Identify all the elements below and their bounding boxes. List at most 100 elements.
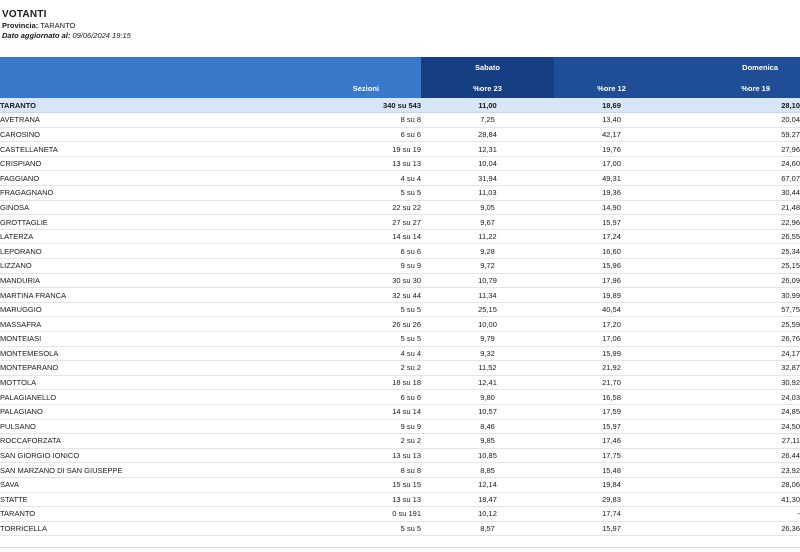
comune-ore12: 15,99 (554, 346, 669, 362)
comune-sezioni: 18 su 18 (210, 375, 421, 391)
comune-sezioni: 5 su 5 (210, 185, 421, 201)
comune-ore12: 17,24 (554, 229, 669, 245)
comune-ore12: 17,46 (554, 433, 669, 449)
comune-name: LIZZANO (0, 258, 210, 274)
comune-ore12: 40,54 (554, 302, 669, 318)
province-label: Provincia: (2, 21, 39, 30)
comune-name: MARUGGIO (0, 302, 210, 318)
table-row: PALAGIANO 14 su 14 10,57 17,59 24,85 (0, 404, 800, 420)
group-header-sabato: Sabato (421, 57, 554, 78)
comune-sezioni: 14 su 14 (210, 229, 421, 245)
table-row: CAROSINO 6 su 6 28,84 42,17 59,27 (0, 127, 800, 143)
comune-ore19: 26,09 (669, 273, 800, 289)
comune-ore23: 8,57 (421, 521, 554, 537)
comune-sezioni: 5 su 5 (210, 331, 421, 347)
comune-name: STATTE (0, 492, 210, 508)
comune-ore12: 17,96 (554, 273, 669, 289)
comune-ore12: 17,59 (554, 404, 669, 420)
table-row: GINOSA 22 su 22 9,05 14,90 21,48 (0, 200, 800, 216)
comune-ore19: 20,04 (669, 112, 800, 128)
group-header-row: Sabato Domenica (0, 57, 800, 78)
comune-ore23: 10,85 (421, 448, 554, 464)
comune-name: GROTTAGLIE (0, 214, 210, 230)
comune-ore19: 24,03 (669, 389, 800, 405)
comune-ore23: 31,94 (421, 170, 554, 187)
comune-sezioni: 4 su 4 (210, 346, 421, 362)
column-header-ore12: %ore 12 (554, 78, 669, 98)
table-row: TORRICELLA 5 su 5 8,57 15,97 26,36 (0, 521, 800, 537)
comune-name: AVETRANA (0, 112, 210, 128)
comune-ore19: 23,92 (669, 462, 800, 478)
comune-ore23: 12,31 (421, 141, 554, 157)
comune-ore12: 19,76 (554, 141, 669, 157)
comune-ore23: 11,03 (421, 185, 554, 201)
table-row: FAGGIANO 4 su 4 31,94 49,31 67,07 (0, 170, 800, 187)
comune-sezioni: 6 su 6 (210, 389, 421, 405)
comune-ore19: 26,55 (669, 229, 800, 245)
comune-name: MARTINA FRANCA (0, 287, 210, 303)
comune-ore23: 18,47 (421, 492, 554, 508)
comune-ore12: 19,36 (554, 185, 669, 201)
comune-ore23: 11,52 (421, 360, 554, 376)
comune-name: PALAGIANELLO (0, 389, 210, 405)
comune-ore23: 10,04 (421, 156, 554, 172)
comune-name: MONTEIASI (0, 331, 210, 347)
comune-sezioni: 6 su 6 (210, 243, 421, 260)
comune-ore12: 21,92 (554, 360, 669, 376)
comune-name: LATERZA (0, 229, 210, 245)
table-row: MOTTOLA 18 su 18 12,41 21,70 30,92 (0, 375, 800, 391)
table-row: LIZZANO 9 su 9 9,72 15,96 25,15 (0, 258, 800, 274)
comune-sezioni: 26 su 26 (210, 316, 421, 332)
comune-ore19: 26,36 (669, 521, 800, 537)
comune-ore23: 25,15 (421, 302, 554, 318)
comune-sezioni: 2 su 2 (210, 433, 421, 449)
comune-ore19: 30,99 (669, 287, 800, 303)
comune-ore12: 13,40 (554, 112, 669, 128)
comune-sezioni: 32 su 44 (210, 287, 421, 303)
column-header-ore23: %ore 23 (421, 78, 554, 98)
comune-sezioni: 30 su 30 (210, 273, 421, 289)
total-name: TARANTO (0, 98, 210, 114)
comune-name: GINOSA (0, 200, 210, 216)
comune-ore12: 16,60 (554, 243, 669, 260)
comune-ore23: 9,72 (421, 258, 554, 274)
comune-ore23: 12,41 (421, 375, 554, 391)
comune-sezioni: 2 su 2 (210, 360, 421, 376)
comune-ore23: 28,84 (421, 127, 554, 143)
comune-name: LEPORANO (0, 243, 210, 260)
comune-ore12: 14,90 (554, 200, 669, 216)
comune-ore12: 17,74 (554, 506, 669, 522)
table-row: LATERZA 14 su 14 11,22 17,24 26,55 (0, 229, 800, 245)
comune-ore12: 17,06 (554, 331, 669, 347)
comune-ore19: 26,76 (669, 331, 800, 347)
table-row: CASTELLANETA 19 su 19 12,31 19,76 27,96 (0, 141, 800, 157)
total-ore23: 11,00 (421, 98, 554, 114)
group-header-domenica: Domenica (554, 57, 800, 78)
comune-sezioni: 5 su 5 (210, 521, 421, 537)
table-row: MARTINA FRANCA 32 su 44 11,34 19,89 30,99 (0, 287, 800, 303)
updated-line: Dato aggiornato al: 09/06/2024 19:15 (2, 31, 131, 41)
table-row: FRAGAGNANO 5 su 5 11,03 19,36 30,44 (0, 185, 800, 201)
comune-ore19: 27,11 (669, 433, 800, 449)
comune-ore19: 67,07 (669, 170, 800, 187)
comune-ore23: 10,12 (421, 506, 554, 522)
comune-ore19: 30,92 (669, 375, 800, 391)
table-row: PALAGIANELLO 6 su 6 9,80 16,58 24,03 (0, 389, 800, 405)
comune-name: FRAGAGNANO (0, 185, 210, 201)
comune-ore12: 15,96 (554, 258, 669, 274)
comune-ore19: 24,17 (669, 346, 800, 362)
comune-name: MONTEPARANO (0, 360, 210, 376)
comune-sezioni: 15 su 15 (210, 477, 421, 493)
comune-ore23: 9,28 (421, 243, 554, 260)
table-row: MASSAFRA 26 su 26 10,00 17,20 25,59 (0, 316, 800, 332)
comune-sezioni: 0 su 191 (210, 506, 421, 522)
comune-ore19: 21,48 (669, 200, 800, 216)
comune-name: SAVA (0, 477, 210, 493)
page-title: VOTANTI (2, 9, 47, 20)
comune-sezioni: 8 su 8 (210, 462, 421, 478)
comune-ore12: 15,97 (554, 419, 669, 435)
comune-ore12: 19,89 (554, 287, 669, 303)
comune-sezioni: 9 su 9 (210, 258, 421, 274)
comune-ore12: 17,00 (554, 156, 669, 172)
comune-sezioni: 13 su 13 (210, 448, 421, 464)
